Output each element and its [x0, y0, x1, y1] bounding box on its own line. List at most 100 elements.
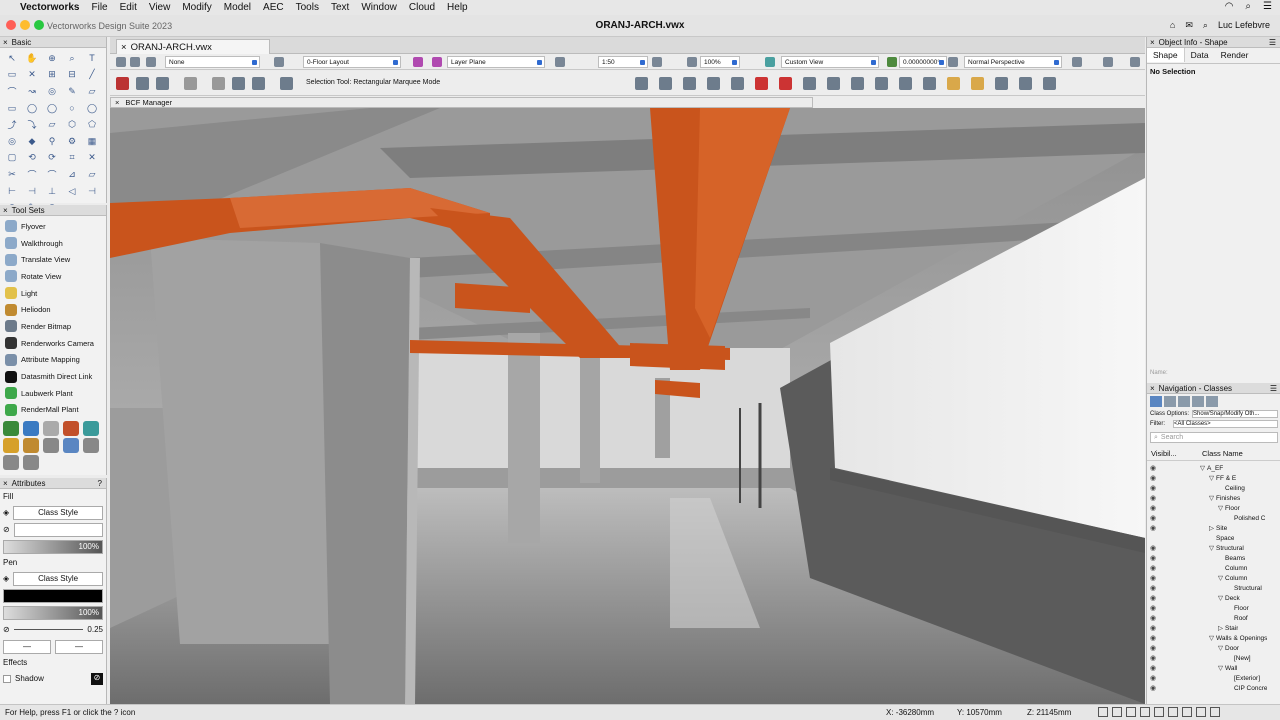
tool-set-item[interactable]: Walkthrough [0, 235, 106, 252]
tool-set-item[interactable]: Laubwerk Plant [0, 385, 106, 402]
clip-cube-icon[interactable] [971, 77, 984, 90]
basic-tool-icon[interactable]: ⊥ [42, 183, 62, 200]
document-tab[interactable]: × ORANJ-ARCH.vwx [116, 39, 270, 54]
menu-tools[interactable]: Tools [296, 2, 319, 13]
disclosure-triangle-icon[interactable]: ▽ [1159, 634, 1216, 642]
menu-cloud[interactable]: Cloud [409, 2, 435, 13]
chevron-down-icon[interactable] [1130, 57, 1140, 67]
mail-icon[interactable]: ✉ [1185, 20, 1193, 31]
close-icon[interactable]: × [3, 479, 8, 488]
disclosure-triangle-icon[interactable]: ▽ [1159, 464, 1207, 472]
layers-tab-icon[interactable] [1164, 396, 1176, 407]
visibility-icon[interactable] [1072, 57, 1082, 67]
visibility-eye-icon[interactable]: ◉ [1147, 564, 1159, 572]
line-weight-value[interactable]: 0.25 [87, 625, 103, 634]
disclosure-triangle-icon[interactable]: ▷ [1159, 624, 1225, 632]
menu-app[interactable]: Vectorworks [20, 2, 79, 13]
fill-color-swatch[interactable] [13, 522, 103, 537]
visibility-eye-icon[interactable]: ◉ [1147, 484, 1159, 492]
fill-style-select[interactable]: Class Style [13, 505, 103, 520]
basic-tool-icon[interactable]: ⌗ [62, 150, 82, 167]
snap-icon[interactable] [1098, 707, 1108, 717]
basic-tool-icon[interactable]: ▱ [82, 83, 102, 100]
tool-set-item[interactable]: Heliodon [0, 301, 106, 318]
class-row[interactable]: ◉ Column [1147, 563, 1280, 573]
views-tab-icon[interactable] [1192, 396, 1204, 407]
basic-tool-icon[interactable]: ⊣ [22, 183, 42, 200]
home-icon[interactable]: ⌂ [1170, 20, 1175, 31]
filter-select[interactable]: <All Classes> [1173, 420, 1278, 428]
visibility-eye-icon[interactable]: ◉ [1147, 654, 1159, 662]
class-row[interactable]: ◉ ▽ Deck [1147, 593, 1280, 603]
print-icon[interactable] [1103, 57, 1113, 67]
tool-set-category-icon[interactable] [23, 438, 39, 454]
basic-tool-icon[interactable]: T [82, 50, 102, 67]
visibility-eye-icon[interactable]: ◉ [1147, 684, 1159, 692]
basic-tool-icon[interactable]: ⊿ [62, 166, 82, 183]
settings-icon[interactable] [1019, 77, 1032, 90]
tool-set-item[interactable]: Translate View [0, 251, 106, 268]
visibility-eye-icon[interactable]: ◉ [1147, 544, 1159, 552]
basic-tool-icon[interactable]: ▱ [42, 116, 62, 133]
snap-tangent-icon[interactable] [779, 77, 792, 90]
basic-tool-icon[interactable]: ◯ [42, 100, 62, 117]
basic-tool-icon[interactable]: ✂ [2, 166, 22, 183]
basic-tool-icon[interactable]: ○ [62, 100, 82, 117]
basic-tool-icon[interactable]: ⊟ [62, 67, 82, 84]
visibility-eye-icon[interactable]: ◉ [1147, 474, 1159, 482]
fill-color-icon[interactable]: ⊘ [3, 525, 10, 534]
visibility-eye-icon[interactable]: ◉ [1147, 624, 1159, 632]
pen-opacity[interactable]: 100% [3, 605, 103, 620]
line-weight-icon[interactable]: ⊘ [3, 625, 10, 634]
visibility-eye-icon[interactable]: ◉ [1147, 604, 1159, 612]
user-name[interactable]: Luc Lefebvre [1218, 20, 1270, 31]
class-search-field[interactable]: ⌕ Search [1150, 432, 1278, 443]
menu-model[interactable]: Model [224, 2, 251, 13]
fill-pattern-icon[interactable]: ◈ [3, 508, 9, 517]
disclosure-triangle-icon[interactable]: ▽ [1159, 494, 1216, 502]
disclosure-triangle-icon[interactable]: ▽ [1159, 644, 1225, 652]
zoom-fit-icon[interactable] [652, 57, 662, 67]
visibility-eye-icon[interactable]: ◉ [1147, 644, 1159, 652]
tool-set-item[interactable]: Light [0, 285, 106, 302]
basic-tool-icon[interactable]: ⊢ [2, 183, 22, 200]
basic-tool-icon[interactable]: ◆ [22, 133, 42, 150]
help-icon[interactable]: ? [98, 479, 102, 488]
menu-file[interactable]: File [91, 2, 107, 13]
menu-text[interactable]: Text [331, 2, 349, 13]
render-icon[interactable] [995, 77, 1008, 90]
disclosure-triangle-icon[interactable]: ▷ [1159, 524, 1216, 532]
class-row[interactable]: ◉ Beams [1147, 553, 1280, 563]
bcf-manager-bar[interactable]: × BCF Manager [110, 97, 813, 108]
visibility-eye-icon[interactable]: ◉ [1147, 524, 1159, 532]
class-name-column-header[interactable]: Class Name [1202, 449, 1243, 458]
zoom-icon[interactable] [1112, 707, 1122, 717]
poly-mode-icon[interactable] [232, 77, 245, 90]
menu-icon[interactable]: ☰ [1269, 38, 1276, 47]
basic-tool-icon[interactable]: ◎ [42, 83, 62, 100]
sheets-tab-icon[interactable] [1178, 396, 1190, 407]
tool-set-category-icon[interactable] [83, 421, 99, 437]
zoom-level[interactable]: 100% [700, 56, 740, 68]
basic-tool-icon[interactable]: ▱ [82, 166, 102, 183]
smart-points-icon[interactable] [827, 77, 840, 90]
basic-tool-icon[interactable]: ⬡ [62, 116, 82, 133]
visibility-eye-icon[interactable]: ◉ [1147, 554, 1159, 562]
basic-tool-icon[interactable]: ⌕ [62, 50, 82, 67]
shadow-checkbox[interactable] [3, 674, 11, 683]
close-icon[interactable]: × [1150, 384, 1155, 393]
class-row[interactable]: ◉ ▽ Column [1147, 573, 1280, 583]
rotation-icon[interactable] [887, 57, 897, 67]
tool-set-category-icon[interactable] [3, 455, 19, 471]
active-layer-select[interactable]: 0-Floor Layout [303, 56, 401, 68]
plan-rotation[interactable]: 0.00000000° [899, 56, 947, 68]
pen-color-swatch[interactable] [3, 588, 103, 603]
basic-tool-icon[interactable]: ◯ [82, 100, 102, 117]
close-icon[interactable]: × [3, 206, 8, 215]
layer-scale[interactable]: 1:50 [598, 56, 648, 68]
tool-set-category-icon[interactable] [3, 438, 19, 454]
basic-tool-icon[interactable]: ▢ [2, 150, 22, 167]
visibility-eye-icon[interactable]: ◉ [1147, 634, 1159, 642]
smart-edge-icon[interactable] [851, 77, 864, 90]
class-row[interactable]: ◉ Structural [1147, 583, 1280, 593]
